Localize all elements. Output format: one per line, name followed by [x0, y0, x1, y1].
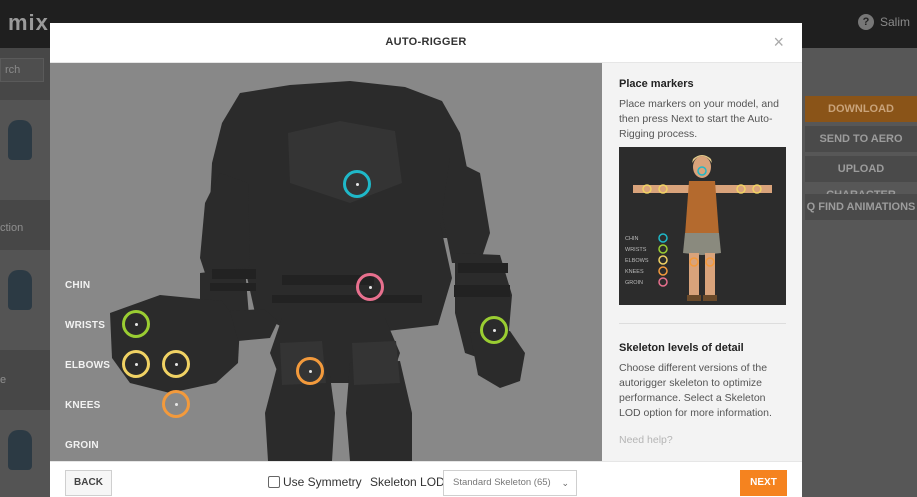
- legend-groin: GROIN: [625, 280, 643, 286]
- app-search-input[interactable]: rch: [0, 58, 44, 82]
- instructions-panel: Place markers Place markers on your mode…: [602, 63, 802, 461]
- character-model[interactable]: [50, 63, 602, 461]
- modal-title: AUTO-RIGGER: [385, 36, 467, 48]
- lod-text: Choose different versions of the autorig…: [619, 362, 772, 419]
- reference-figure: CHIN WRISTS ELBOWS KNEES GROIN: [619, 147, 786, 305]
- chevron-down-icon: ⌄: [561, 478, 569, 488]
- character-thumbnail[interactable]: [0, 100, 50, 200]
- send-to-aero-button[interactable]: SEND TO AERO: [805, 126, 917, 152]
- viewport-label-elbows: ELBOWS: [65, 360, 111, 371]
- section-divider: [619, 323, 786, 324]
- viewport-label-knees: KNEES: [65, 400, 101, 411]
- legend-wrists: WRISTS: [625, 247, 647, 253]
- viewport-label-chin: CHIN: [65, 280, 91, 291]
- modal-footer: BACK Use Symmetry Skeleton LOD Standard …: [50, 461, 802, 497]
- skeleton-lod-select[interactable]: Standard Skeleton (65) ⌄: [443, 470, 577, 496]
- groin-marker[interactable]: [356, 273, 384, 301]
- upload-character-button[interactable]: UPLOAD CHARACTER: [805, 156, 917, 201]
- use-symmetry-checkbox[interactable]: Use Symmetry: [268, 475, 362, 489]
- knee-marker-right[interactable]: [296, 357, 324, 385]
- viewport-label-wrists: WRISTS: [65, 320, 106, 331]
- chin-marker[interactable]: [343, 170, 371, 198]
- checkbox-icon[interactable]: [268, 476, 280, 488]
- download-button[interactable]: DOWNLOAD: [805, 96, 917, 122]
- thumbnail-caption: e: [0, 374, 7, 386]
- modal-header: AUTO-RIGGER ×: [50, 23, 802, 63]
- wrist-marker-left[interactable]: [122, 310, 150, 338]
- find-animations-button[interactable]: Q FIND ANIMATIONS: [805, 194, 917, 220]
- lod-heading: Skeleton levels of detail: [619, 342, 744, 354]
- need-help-link[interactable]: Need help?: [619, 434, 673, 446]
- help-icon[interactable]: ?: [858, 14, 874, 30]
- model-viewport[interactable]: CHIN WRISTS ELBOWS KNEES GROIN: [50, 63, 602, 461]
- close-icon[interactable]: ×: [773, 33, 784, 51]
- place-markers-text: Place markers on your model, and then pr…: [619, 98, 779, 140]
- legend-chin: CHIN: [625, 236, 638, 242]
- use-symmetry-label: Use Symmetry: [283, 475, 362, 489]
- app-logo: mix: [8, 10, 49, 35]
- skeleton-lod-label: Skeleton LOD: [370, 475, 445, 489]
- back-button[interactable]: BACK: [65, 470, 112, 496]
- elbow-marker-right[interactable]: [162, 350, 190, 378]
- knee-marker-left[interactable]: [162, 390, 190, 418]
- next-button[interactable]: NEXT: [740, 470, 787, 496]
- viewport-label-groin: GROIN: [65, 440, 99, 451]
- user-name[interactable]: Salim: [880, 15, 910, 29]
- character-thumbnail[interactable]: [0, 410, 50, 497]
- marker-reference-image: CHIN WRISTS ELBOWS KNEES GROIN: [619, 147, 786, 305]
- legend-elbows: ELBOWS: [625, 258, 649, 264]
- skeleton-lod-value: Standard Skeleton (65): [453, 477, 551, 488]
- character-thumbnail[interactable]: [0, 250, 50, 350]
- legend-knees: KNEES: [625, 269, 644, 275]
- auto-rigger-modal: AUTO-RIGGER × CHIN WRISTS ELBOWS KNEES G…: [50, 23, 802, 497]
- wrist-marker-right[interactable]: [480, 316, 508, 344]
- elbow-marker-left[interactable]: [122, 350, 150, 378]
- thumbnail-caption: ction: [0, 222, 24, 234]
- place-markers-heading: Place markers: [619, 78, 694, 90]
